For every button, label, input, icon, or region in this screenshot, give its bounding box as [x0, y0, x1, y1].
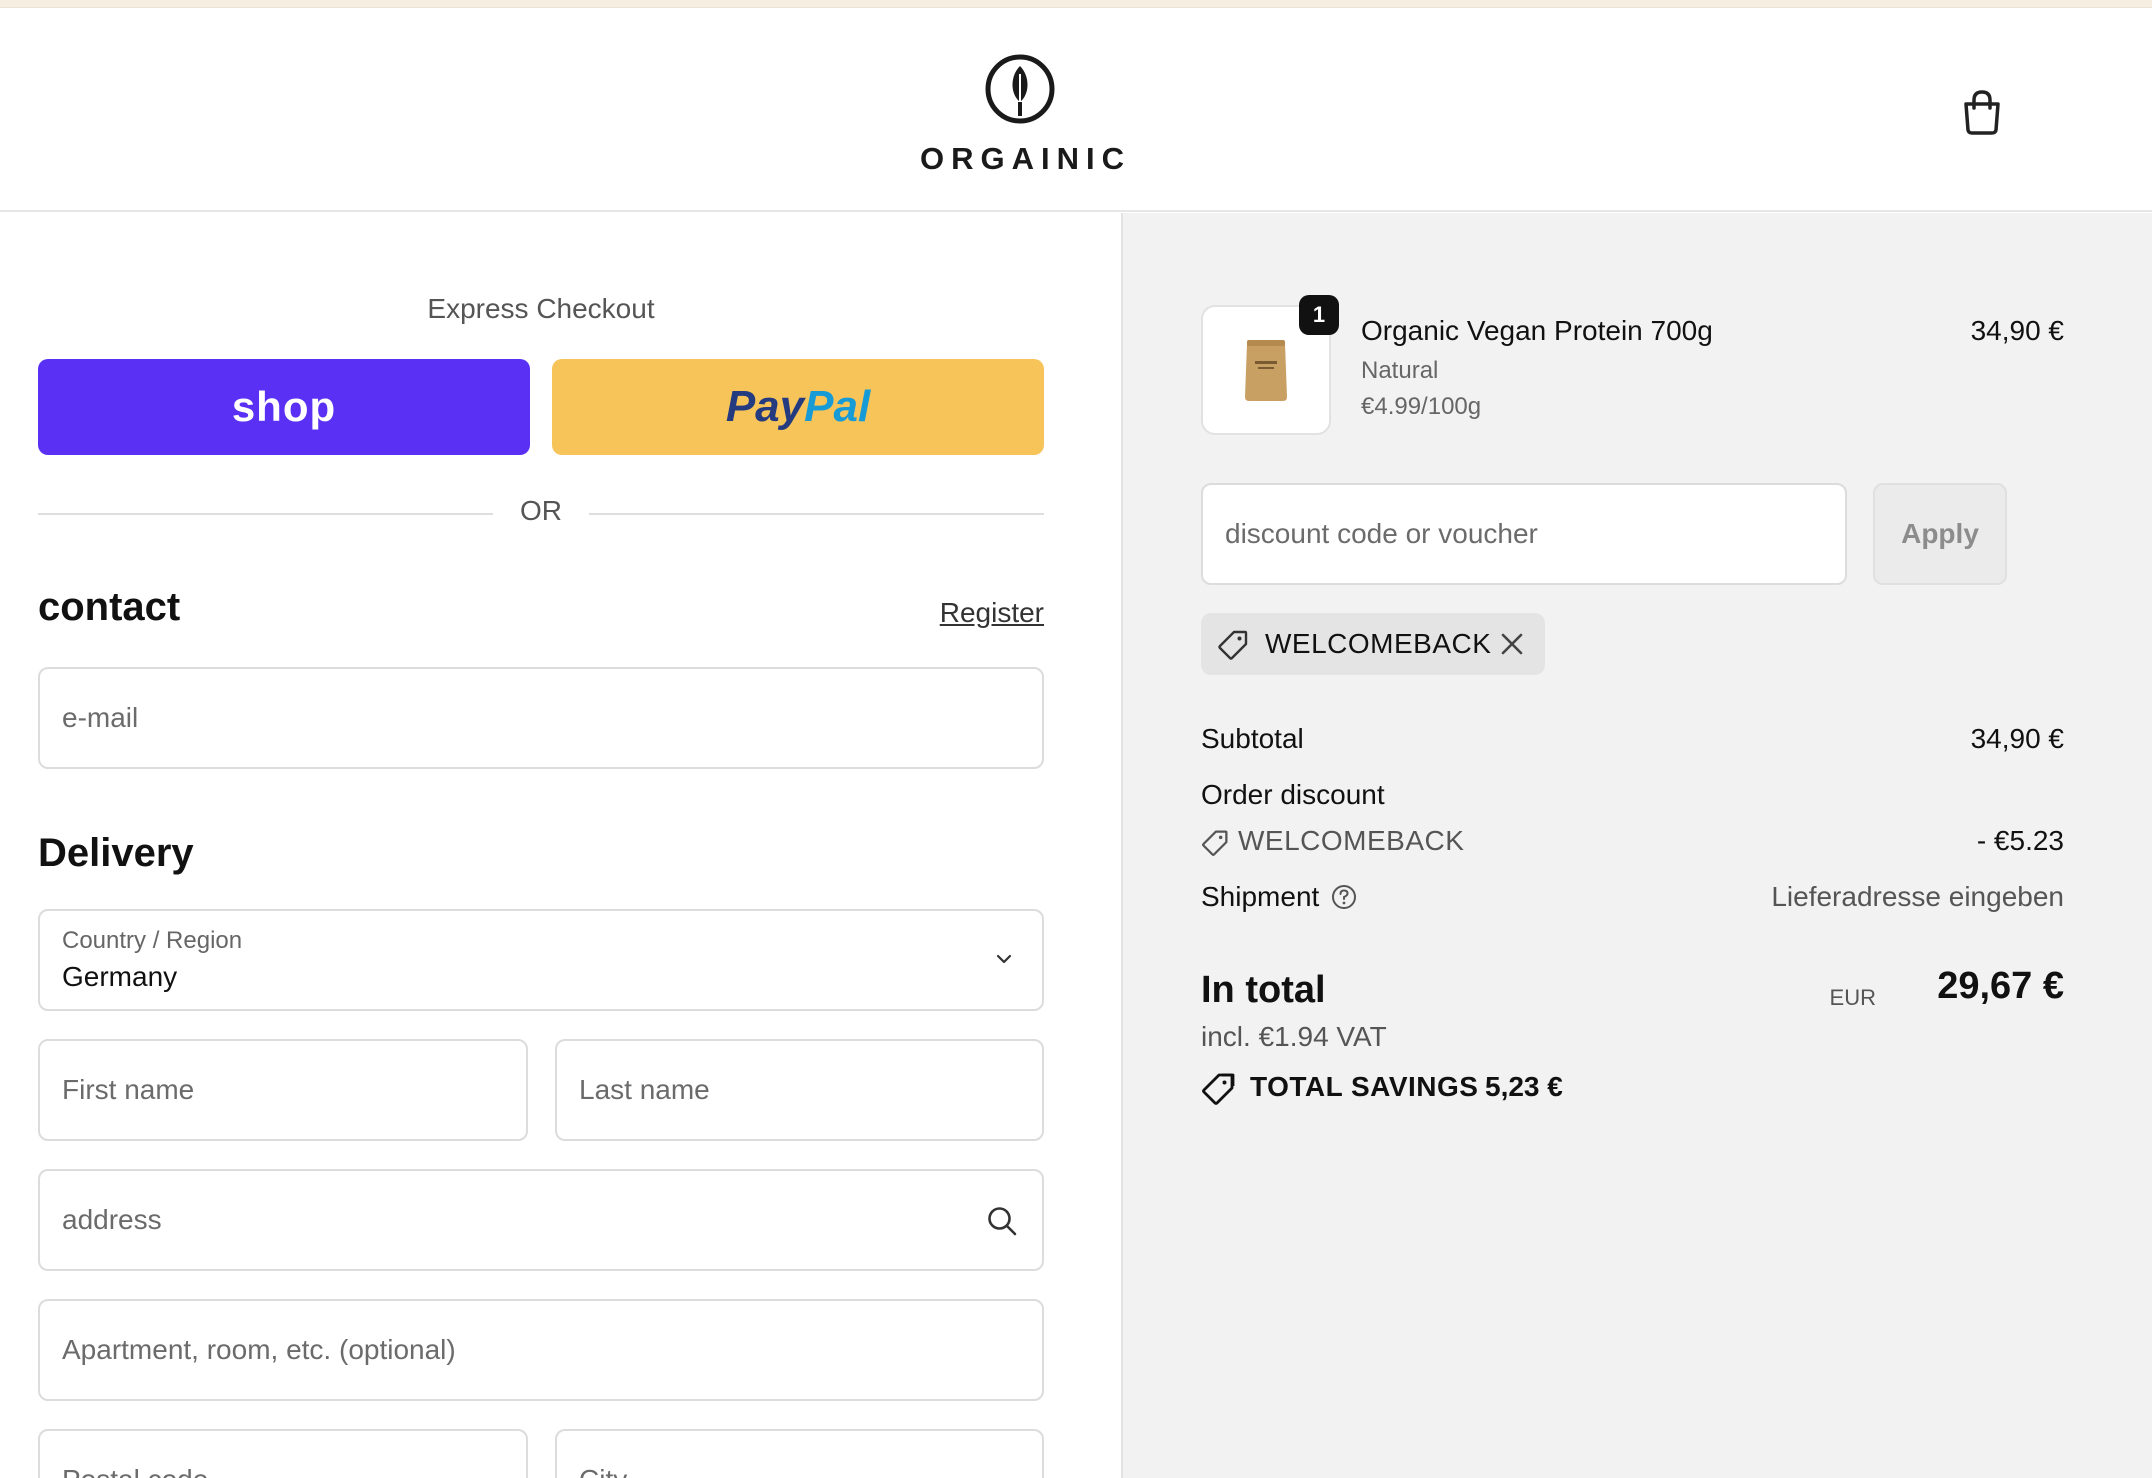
chevron-down-icon — [996, 954, 1012, 964]
divider-line-right — [589, 513, 1044, 515]
city-wrapper — [555, 1429, 1044, 1478]
tag-icon — [1202, 1073, 1235, 1105]
paypal-button[interactable]: Pay Pal — [552, 359, 1044, 455]
site-header: ORGAINIC — [0, 8, 2152, 212]
brand-logo[interactable]: ORGAINIC — [920, 52, 1131, 177]
total-currency: EUR — [1829, 985, 1876, 1010]
shop-pay-label: shop — [231, 383, 337, 430]
register-link[interactable]: Register — [940, 597, 1044, 629]
last-name-field[interactable] — [557, 1041, 1042, 1139]
order-discount-label: Order discount — [1201, 779, 1385, 810]
address-wrapper — [38, 1169, 1044, 1271]
applied-code-chip: WELCOMEBACK — [1201, 613, 1545, 675]
discount-code-wrapper — [1201, 483, 1847, 585]
question-circle-icon[interactable] — [1331, 884, 1357, 910]
last-name-wrapper — [555, 1039, 1044, 1141]
tag-icon — [1218, 630, 1248, 660]
shipment-label: Shipment — [1201, 881, 1320, 912]
country-select[interactable]: Country / Region Germany — [38, 909, 1044, 1011]
postal-code-field[interactable] — [40, 1431, 526, 1478]
discount-code-field[interactable] — [1203, 485, 1845, 583]
total-savings-label: TOTAL SAVINGS — [1250, 1071, 1479, 1102]
delivery-heading: Delivery — [38, 831, 194, 875]
total-label: In total — [1201, 969, 1326, 1011]
applied-code-label: WELCOMEBACK — [1265, 628, 1492, 659]
subtotal-value: 34,90 € — [1970, 723, 2064, 754]
close-icon[interactable] — [1499, 631, 1525, 657]
vat-note: incl. €1.94 VAT — [1201, 1021, 1387, 1052]
order-discount-code: WELCOMEBACK — [1238, 825, 1465, 856]
shopping-bag-icon[interactable] — [1960, 88, 2004, 136]
quantity-badge: 1 — [1299, 295, 1339, 335]
brand-name: ORGAINIC — [920, 141, 1131, 176]
email-field[interactable] — [40, 669, 1042, 767]
top-accent-bar — [0, 0, 2152, 8]
apartment-wrapper — [38, 1299, 1044, 1401]
total-savings-value: 5,23 € — [1485, 1071, 1563, 1102]
or-label: OR — [520, 495, 562, 526]
apply-button[interactable]: Apply — [1873, 483, 2007, 585]
paypal-label-pay: Pay — [725, 382, 805, 431]
city-field[interactable] — [557, 1431, 1042, 1478]
first-name-wrapper — [38, 1039, 528, 1141]
checkout-form: Express Checkout shop Pay Pal OR contact … — [0, 213, 1121, 1478]
leaf-circle-icon — [985, 54, 1055, 124]
paypal-label-pal: Pal — [804, 382, 871, 431]
product-price: 34,90 € — [1970, 315, 2064, 346]
first-name-field[interactable] — [40, 1041, 526, 1139]
postal-code-wrapper — [38, 1429, 528, 1478]
country-select-label: Country / Region — [62, 927, 243, 954]
address-field[interactable] — [40, 1171, 1042, 1269]
total-value: 29,67 € — [1937, 965, 2064, 1007]
order-summary: 1 Organic Vegan Protein 700g Natural €4.… — [1121, 213, 2152, 1478]
product-unit-price: €4.99/100g — [1361, 393, 1482, 420]
divider-line-left — [38, 513, 493, 515]
contact-heading: contact — [38, 585, 181, 629]
shipment-value: Lieferadresse eingeben — [1771, 881, 2064, 912]
subtotal-label: Subtotal — [1201, 723, 1304, 754]
email-field-wrapper — [38, 667, 1044, 769]
product-name: Organic Vegan Protein 700g — [1361, 315, 1713, 346]
shop-pay-button[interactable]: shop — [38, 359, 530, 455]
protein-bag-image — [1245, 340, 1287, 401]
search-icon[interactable] — [986, 1205, 1018, 1237]
tag-icon — [1202, 830, 1228, 856]
country-select-value: Germany — [62, 961, 178, 992]
order-discount-value: - €5.23 — [1976, 825, 2064, 856]
product-variant: Natural — [1361, 357, 1439, 384]
express-checkout-title: Express Checkout — [427, 293, 655, 324]
or-divider: OR — [38, 495, 1044, 531]
apartment-field[interactable] — [40, 1301, 1042, 1399]
